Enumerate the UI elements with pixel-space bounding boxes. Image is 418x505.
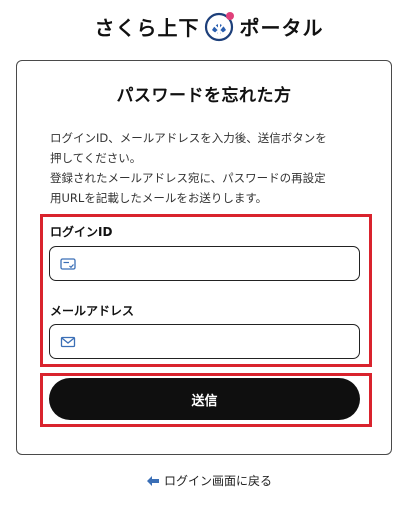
logo: さくら上下 ポータル	[0, 8, 418, 44]
back-to-login-link[interactable]: ログイン画面に戻る	[0, 472, 418, 489]
id-card-icon	[60, 257, 76, 271]
mail-icon	[60, 335, 76, 349]
email-input[interactable]	[82, 324, 359, 359]
instructions: ログインID、メールアドレスを入力後、送信ボタンを 押してください。 登録された…	[50, 128, 370, 208]
instruction-line: 押してください。	[50, 151, 142, 165]
water-drop-logo-icon	[204, 10, 236, 42]
instruction-line: 用URLを記載したメールをお送りします。	[50, 191, 268, 205]
instruction-line: ログインID、メールアドレスを入力後、送信ボタンを	[50, 131, 327, 145]
page-title: パスワードを忘れた方	[116, 86, 292, 106]
email-label: メールアドレス	[50, 304, 135, 318]
login-id-field[interactable]	[49, 246, 360, 281]
submit-button[interactable]: 送信	[49, 378, 360, 420]
login-id-input[interactable]	[82, 246, 359, 281]
arrow-left-icon	[146, 475, 160, 487]
logo-text-right: ポータル	[239, 15, 324, 40]
login-id-label: ログインID	[50, 225, 113, 239]
back-to-login-label: ログイン画面に戻る	[163, 474, 272, 488]
instruction-line: 登録されたメールアドレス宛に、パスワードの再設定	[50, 171, 326, 185]
email-field[interactable]	[49, 324, 360, 359]
logo-text-left: さくら上下	[94, 15, 200, 40]
page: さくら上下 ポータル パスワードを忘れた方 ログインID、メールアドレスを入力後…	[0, 0, 418, 505]
